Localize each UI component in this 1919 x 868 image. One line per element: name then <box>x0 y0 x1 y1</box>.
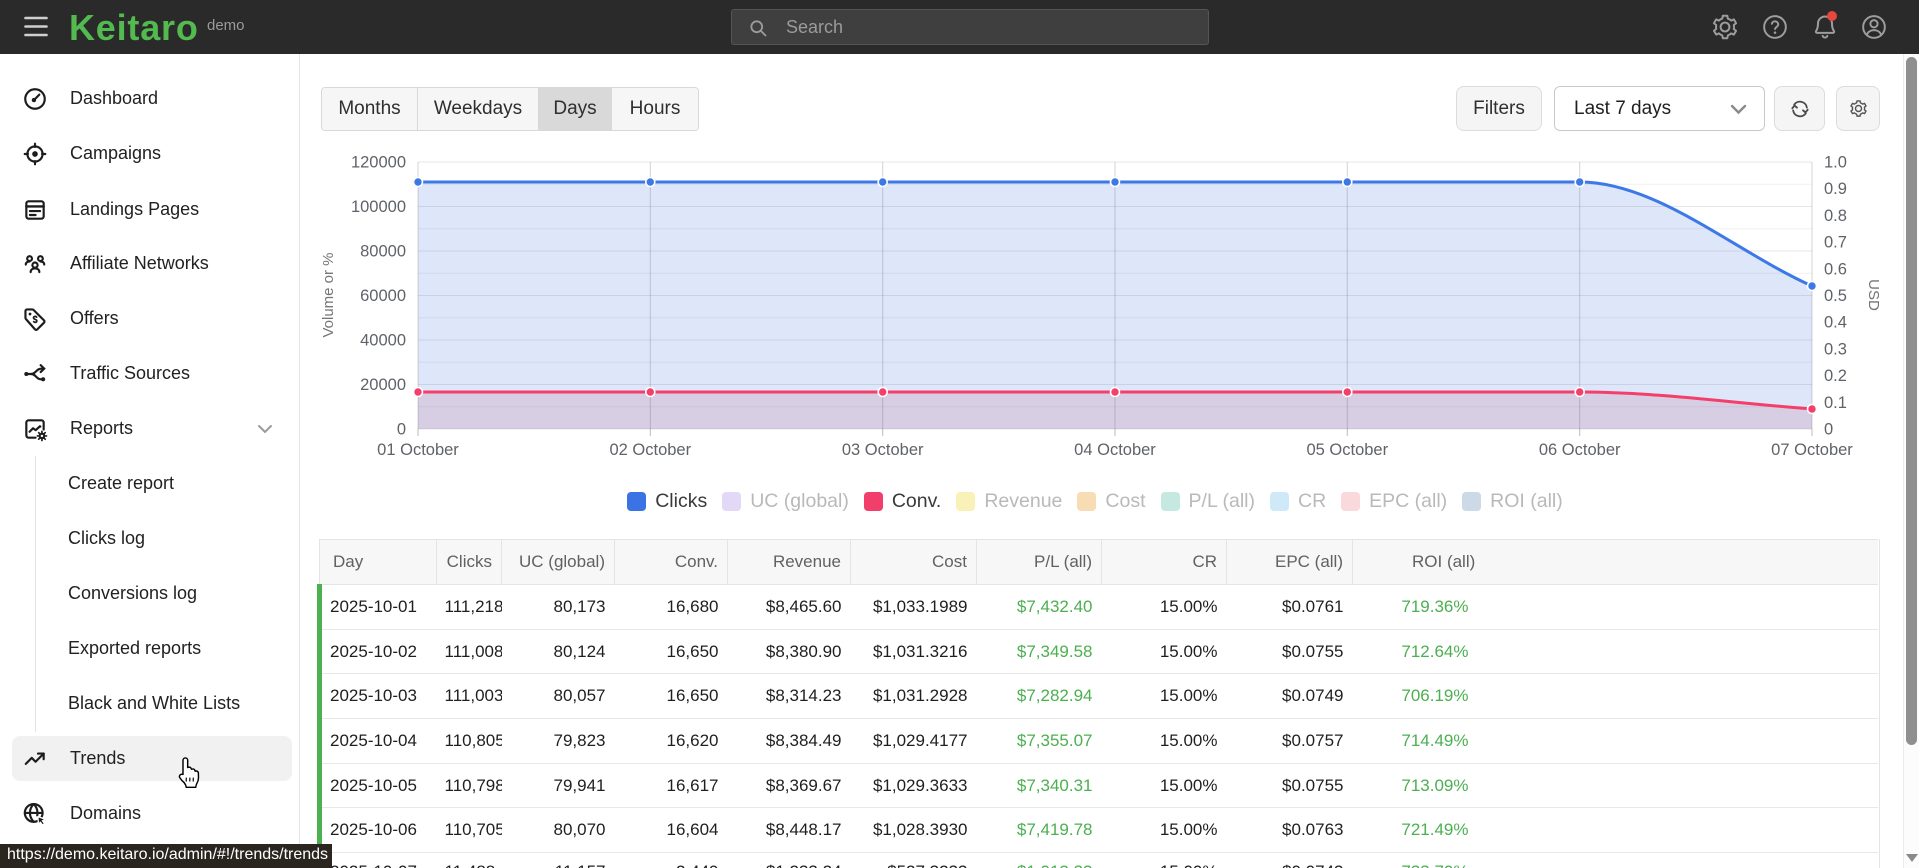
svg-text:0.7: 0.7 <box>1824 234 1847 252</box>
svg-text:0: 0 <box>397 421 406 439</box>
svg-text:Volume or %: Volume or % <box>320 252 337 337</box>
svg-text:120000: 120000 <box>351 154 406 172</box>
svg-text:07 October: 07 October <box>1771 441 1853 459</box>
svg-text:0.1: 0.1 <box>1824 394 1847 412</box>
svg-text:0.3: 0.3 <box>1824 340 1847 358</box>
svg-text:0.2: 0.2 <box>1824 367 1847 385</box>
svg-text:06 October: 06 October <box>1539 441 1621 459</box>
svg-text:0.5: 0.5 <box>1824 287 1847 305</box>
svg-text:1.0: 1.0 <box>1824 154 1847 172</box>
svg-text:20000: 20000 <box>360 376 406 394</box>
svg-text:04 October: 04 October <box>1074 441 1156 459</box>
svg-text:40000: 40000 <box>360 332 406 350</box>
svg-text:100000: 100000 <box>351 198 406 216</box>
svg-text:0: 0 <box>1824 421 1833 439</box>
svg-text:01 October: 01 October <box>377 441 459 459</box>
svg-text:0.8: 0.8 <box>1824 207 1847 225</box>
svg-text:0.4: 0.4 <box>1824 314 1847 332</box>
svg-text:0.9: 0.9 <box>1824 180 1847 198</box>
svg-text:05 October: 05 October <box>1306 441 1388 459</box>
svg-text:80000: 80000 <box>360 243 406 261</box>
svg-text:0.6: 0.6 <box>1824 260 1847 278</box>
svg-text:02 October: 02 October <box>609 441 691 459</box>
svg-text:03 October: 03 October <box>842 441 924 459</box>
svg-text:60000: 60000 <box>360 287 406 305</box>
svg-text:USD: USD <box>1865 279 1882 311</box>
